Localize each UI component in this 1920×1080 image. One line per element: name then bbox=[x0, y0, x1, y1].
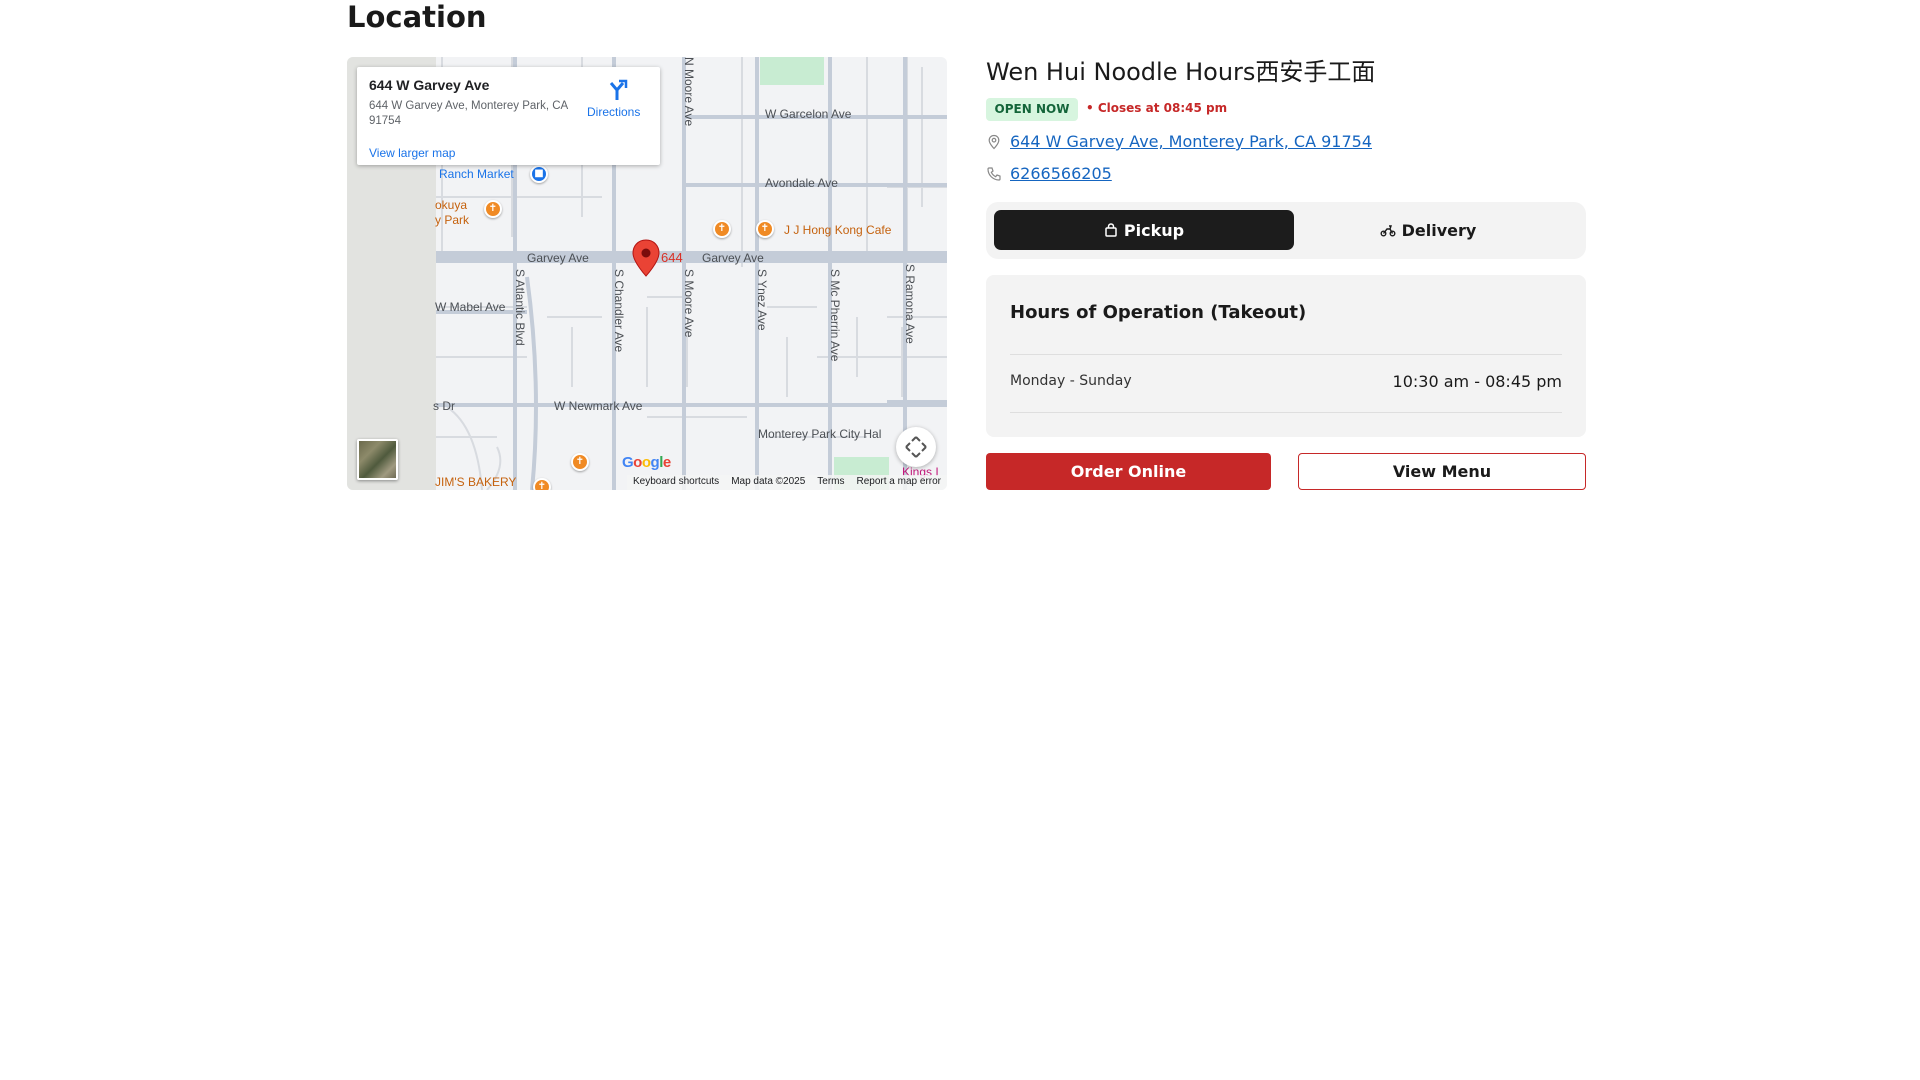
delivery-label: Delivery bbox=[1401, 220, 1477, 240]
restaurant-icon[interactable]: ✝ bbox=[484, 200, 502, 218]
hours-days: Monday - Sunday bbox=[1010, 373, 1132, 389]
poi-label[interactable]: JIM'S BAKERY bbox=[435, 475, 516, 489]
map-attribution-bar: Keyboard shortcuts Map data ©2025 Terms … bbox=[627, 475, 947, 490]
scooter-icon bbox=[1380, 225, 1396, 237]
street-label: Garvey Ave bbox=[527, 251, 589, 265]
location-pin-icon[interactable] bbox=[632, 239, 660, 277]
street-label: N Moore Ave bbox=[682, 57, 696, 127]
poi-label[interactable]: J J Hong Kong Cafe bbox=[784, 223, 891, 237]
report-map-error-link[interactable]: Report a map error bbox=[857, 476, 941, 489]
phone-link[interactable]: 6266566205 bbox=[1010, 164, 1112, 183]
map-info-address: 644 W Garvey Ave, Monterey Park, CA 9175… bbox=[369, 100, 568, 127]
street-label: s Dr bbox=[433, 399, 455, 413]
status-badge: OPEN NOW bbox=[986, 98, 1078, 121]
keyboard-shortcuts-link[interactable]: Keyboard shortcuts bbox=[633, 476, 719, 489]
pin-label: 644 bbox=[661, 250, 683, 265]
phone-row: 6266566205 bbox=[986, 164, 1112, 183]
closing-time-text: • Closes at 08:45 pm bbox=[1086, 101, 1228, 115]
fullscreen-button[interactable] bbox=[896, 427, 936, 467]
street-label: S Mc Pherrin Ave bbox=[828, 269, 842, 362]
map-info-card: 644 W Garvey Ave 644 W Garvey Ave, Monte… bbox=[357, 67, 660, 165]
map-pin-icon bbox=[988, 134, 1000, 149]
poi-label[interactable]: y Park bbox=[435, 213, 469, 227]
street-label: Avondale Ave bbox=[765, 176, 838, 190]
directions-icon[interactable] bbox=[605, 79, 629, 101]
restaurant-icon[interactable]: ✝ bbox=[756, 220, 774, 238]
restaurant-icon[interactable]: ✝ bbox=[713, 220, 731, 238]
fullscreen-icon bbox=[905, 436, 927, 458]
restaurant-icon[interactable]: ✝ bbox=[571, 453, 589, 471]
map-data-text: Map data ©2025 bbox=[731, 476, 806, 487]
restaurant-name: Wen Hui Noodle Hours西安手工面 bbox=[986, 58, 1376, 86]
terms-link[interactable]: Terms bbox=[817, 476, 844, 489]
view-menu-button[interactable]: View Menu bbox=[1298, 453, 1586, 490]
poi-label[interactable]: Monterey Park City Hal bbox=[758, 427, 881, 441]
map-info-title: 644 W Garvey Ave bbox=[369, 77, 490, 93]
google-logo: Google bbox=[622, 454, 671, 471]
directions-link[interactable]: Directions bbox=[587, 105, 640, 119]
street-label: S Atlantic Blvd bbox=[513, 269, 527, 346]
shopping-bag-icon bbox=[1105, 223, 1117, 237]
poi-label[interactable]: okuya bbox=[435, 198, 467, 212]
street-label: S Chandler Ave bbox=[612, 269, 626, 353]
street-label: S Ramona Ave bbox=[903, 264, 917, 344]
address-row: 644 W Garvey Ave, Monterey Park, CA 9175… bbox=[986, 132, 1372, 151]
hours-card: Hours of Operation (Takeout) Monday - Su… bbox=[986, 275, 1586, 437]
order-online-button[interactable]: Order Online bbox=[986, 453, 1271, 490]
map-embed[interactable]: W Garcelon Ave Avondale Ave Garvey Ave G… bbox=[347, 57, 947, 490]
street-label: W Garcelon Ave bbox=[765, 107, 852, 121]
street-label: S Ynez Ave bbox=[755, 269, 769, 331]
restaurant-icon[interactable]: ✝ bbox=[533, 478, 551, 490]
divider bbox=[1010, 354, 1562, 355]
divider bbox=[1010, 412, 1562, 413]
address-link[interactable]: 644 W Garvey Ave, Monterey Park, CA 9175… bbox=[1010, 132, 1372, 151]
hours-time: 10:30 am - 08:45 pm bbox=[1392, 372, 1562, 391]
pickup-label: Pickup bbox=[1123, 220, 1185, 240]
street-label: W Newmark Ave bbox=[554, 399, 643, 413]
section-title: Location bbox=[347, 0, 487, 34]
poi-label[interactable]: Ranch Market bbox=[439, 167, 514, 181]
shopping-cart-icon[interactable]: ■ bbox=[530, 165, 548, 183]
pickup-tab[interactable]: Pickup bbox=[994, 210, 1294, 250]
view-larger-map-link[interactable]: View larger map bbox=[369, 146, 455, 160]
street-label: S Moore Ave bbox=[682, 269, 696, 338]
phone-icon bbox=[987, 166, 1001, 181]
street-label: W Mabel Ave bbox=[435, 300, 506, 314]
delivery-tab[interactable]: Delivery bbox=[1278, 210, 1578, 250]
street-label: Garvey Ave bbox=[702, 251, 764, 265]
satellite-toggle[interactable] bbox=[357, 439, 398, 480]
order-mode-toggle: Pickup Delivery bbox=[986, 202, 1586, 259]
hours-title: Hours of Operation (Takeout) bbox=[1010, 302, 1307, 323]
